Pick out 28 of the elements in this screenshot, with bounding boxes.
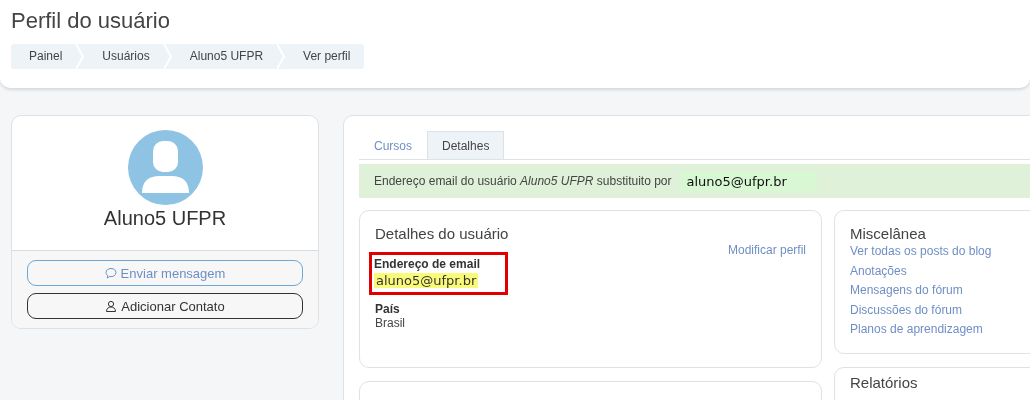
avatar-silhouette-icon xyxy=(127,130,203,205)
add-contact-button[interactable]: Adicionar Contato xyxy=(27,293,303,319)
card-title: Miscelânea xyxy=(850,225,927,242)
send-message-button[interactable]: Enviar mensagem xyxy=(27,260,303,286)
breadcrumb-link[interactable]: Usuários xyxy=(84,44,164,69)
field-value: Brasil xyxy=(375,316,406,330)
speech-bubble-icon xyxy=(104,267,117,279)
person-icon xyxy=(105,300,118,312)
field-label: País xyxy=(375,302,401,316)
profile-name: Aluno5 UFPR xyxy=(103,207,227,230)
misc-link[interactable]: Anotações xyxy=(850,261,1030,281)
misc-link[interactable]: Planos de aprendizagem xyxy=(850,320,1030,340)
alert-message: Endereço email do usuário Aluno5 UFPR substituito por xyxy=(374,174,672,188)
card-title: Detalhes do usuário xyxy=(375,225,510,242)
breadcrumb-link[interactable]: Painel xyxy=(11,44,77,69)
page-title: Perfil do usuário xyxy=(11,7,171,35)
misc-link[interactable]: Mensagens do fórum xyxy=(850,281,1030,301)
breadcrumb-link[interactable]: Aluno5 UFPR xyxy=(171,44,278,69)
misc-link[interactable]: Discussões do fórum xyxy=(850,300,1030,320)
card-title: Relatórios xyxy=(850,374,919,391)
tab[interactable]: Detalhes xyxy=(427,131,505,159)
field-label: Endereço de email xyxy=(374,257,481,271)
field-value: aluno5@ufpr.br xyxy=(374,273,479,288)
edit-profile-link[interactable]: Modificar perfil xyxy=(375,243,806,257)
misc-link[interactable]: Ver todas os posts do blog xyxy=(850,242,1030,262)
tab[interactable]: Cursos xyxy=(359,131,427,159)
breadcrumb-link[interactable]: Ver perfil xyxy=(285,44,365,69)
alert-email: aluno5@ufpr.br xyxy=(679,171,817,191)
